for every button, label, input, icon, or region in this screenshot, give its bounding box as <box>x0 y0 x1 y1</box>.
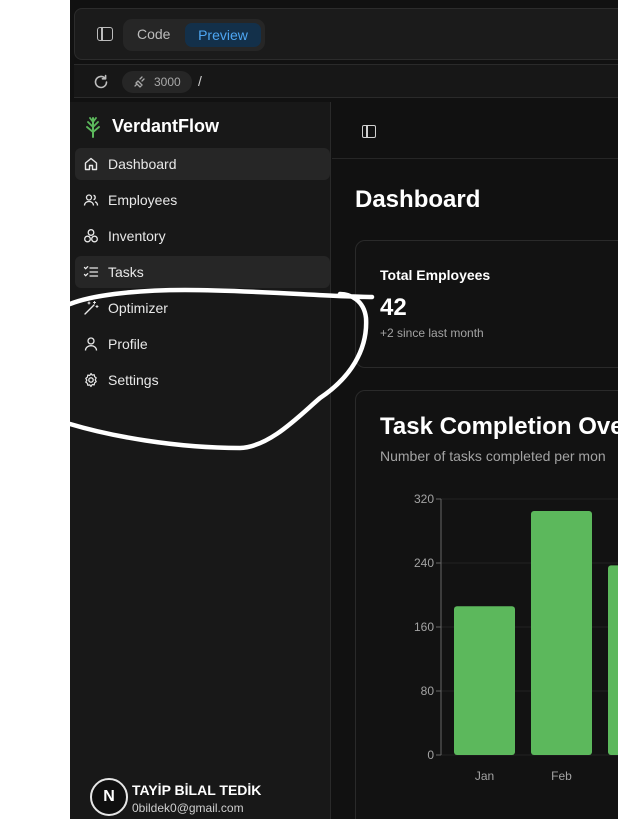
sidebar-item-dashboard[interactable]: Dashboard <box>75 148 330 180</box>
sidebar-item-optimizer[interactable]: Optimizer <box>75 292 330 324</box>
view-switcher: Code Preview <box>123 19 265 51</box>
main-content: Dashboard Total Employees 42 +2 since la… <box>332 102 618 819</box>
total-employees-card: Total Employees 42 +2 since last month <box>355 240 618 368</box>
leaf-logo-icon <box>86 117 100 138</box>
code-tab[interactable]: Code <box>137 26 170 42</box>
x-tick-label: Feb <box>551 769 572 783</box>
sidebar-item-label: Tasks <box>108 264 144 280</box>
stat-delta: +2 since last month <box>380 326 484 340</box>
bar-chart: 080160240320JanFebMar <box>414 492 618 783</box>
port-number: 3000 <box>154 75 181 89</box>
sidebar-item-inventory[interactable]: Inventory <box>75 220 330 252</box>
sidebar-item-label: Employees <box>108 192 178 208</box>
sidebar-item-settings[interactable]: Settings <box>75 364 330 396</box>
brand[interactable]: VerdantFlow <box>84 114 219 138</box>
panel-toggle-icon[interactable] <box>97 27 113 41</box>
user-name: TAYİP BİLAL TEDİK <box>132 782 262 798</box>
preview-tab[interactable]: Preview <box>185 23 261 47</box>
gear-icon <box>85 372 97 388</box>
brand-name: VerdantFlow <box>112 115 220 136</box>
header-divider <box>332 158 618 159</box>
home-icon <box>84 157 98 171</box>
users-icon <box>83 194 99 206</box>
url-bar: 3000 / <box>74 64 618 98</box>
plug-icon <box>134 76 145 88</box>
y-tick-label: 160 <box>414 620 434 634</box>
user-icon <box>84 337 98 351</box>
sidebar-item-label: Optimizer <box>108 300 168 316</box>
reload-icon[interactable] <box>92 73 110 91</box>
wand-icon <box>84 300 99 315</box>
task-completion-card: Task Completion Over Number of tasks com… <box>355 390 618 819</box>
y-tick-label: 0 <box>427 748 434 762</box>
bar-jan <box>454 606 515 755</box>
y-tick-label: 240 <box>414 556 434 570</box>
sidebar-item-label: Dashboard <box>108 156 177 172</box>
sidebar-item-label: Profile <box>108 336 148 352</box>
url-path[interactable]: / <box>198 73 202 89</box>
sidebar-toggle-icon[interactable] <box>362 125 376 138</box>
boxes-icon <box>84 229 98 243</box>
list-checks-icon <box>83 266 99 277</box>
avatar[interactable]: N <box>90 778 128 816</box>
sidebar-item-profile[interactable]: Profile <box>75 328 330 360</box>
sidebar: VerdantFlow Dashboard Employees Inventor… <box>70 102 331 819</box>
port-badge[interactable]: 3000 <box>122 71 192 93</box>
page-title: Dashboard <box>355 186 481 213</box>
top-toolbar: Code Preview <box>74 8 618 60</box>
sidebar-item-label: Settings <box>108 372 159 388</box>
bar-feb <box>531 511 592 755</box>
sidebar-item-employees[interactable]: Employees <box>75 184 330 216</box>
x-tick-label: Jan <box>475 769 494 783</box>
stat-value: 42 <box>380 294 407 321</box>
user-email: 0bildek0@gmail.com <box>132 801 244 815</box>
sidebar-item-label: Inventory <box>108 228 166 244</box>
app-window: Code Preview 3000 / VerdantFlow Dashboar… <box>70 0 618 819</box>
y-tick-label: 80 <box>421 684 435 698</box>
bar-mar <box>608 565 618 755</box>
stat-label: Total Employees <box>380 267 491 283</box>
sidebar-item-tasks[interactable]: Tasks <box>75 256 330 288</box>
y-tick-label: 320 <box>414 492 434 506</box>
